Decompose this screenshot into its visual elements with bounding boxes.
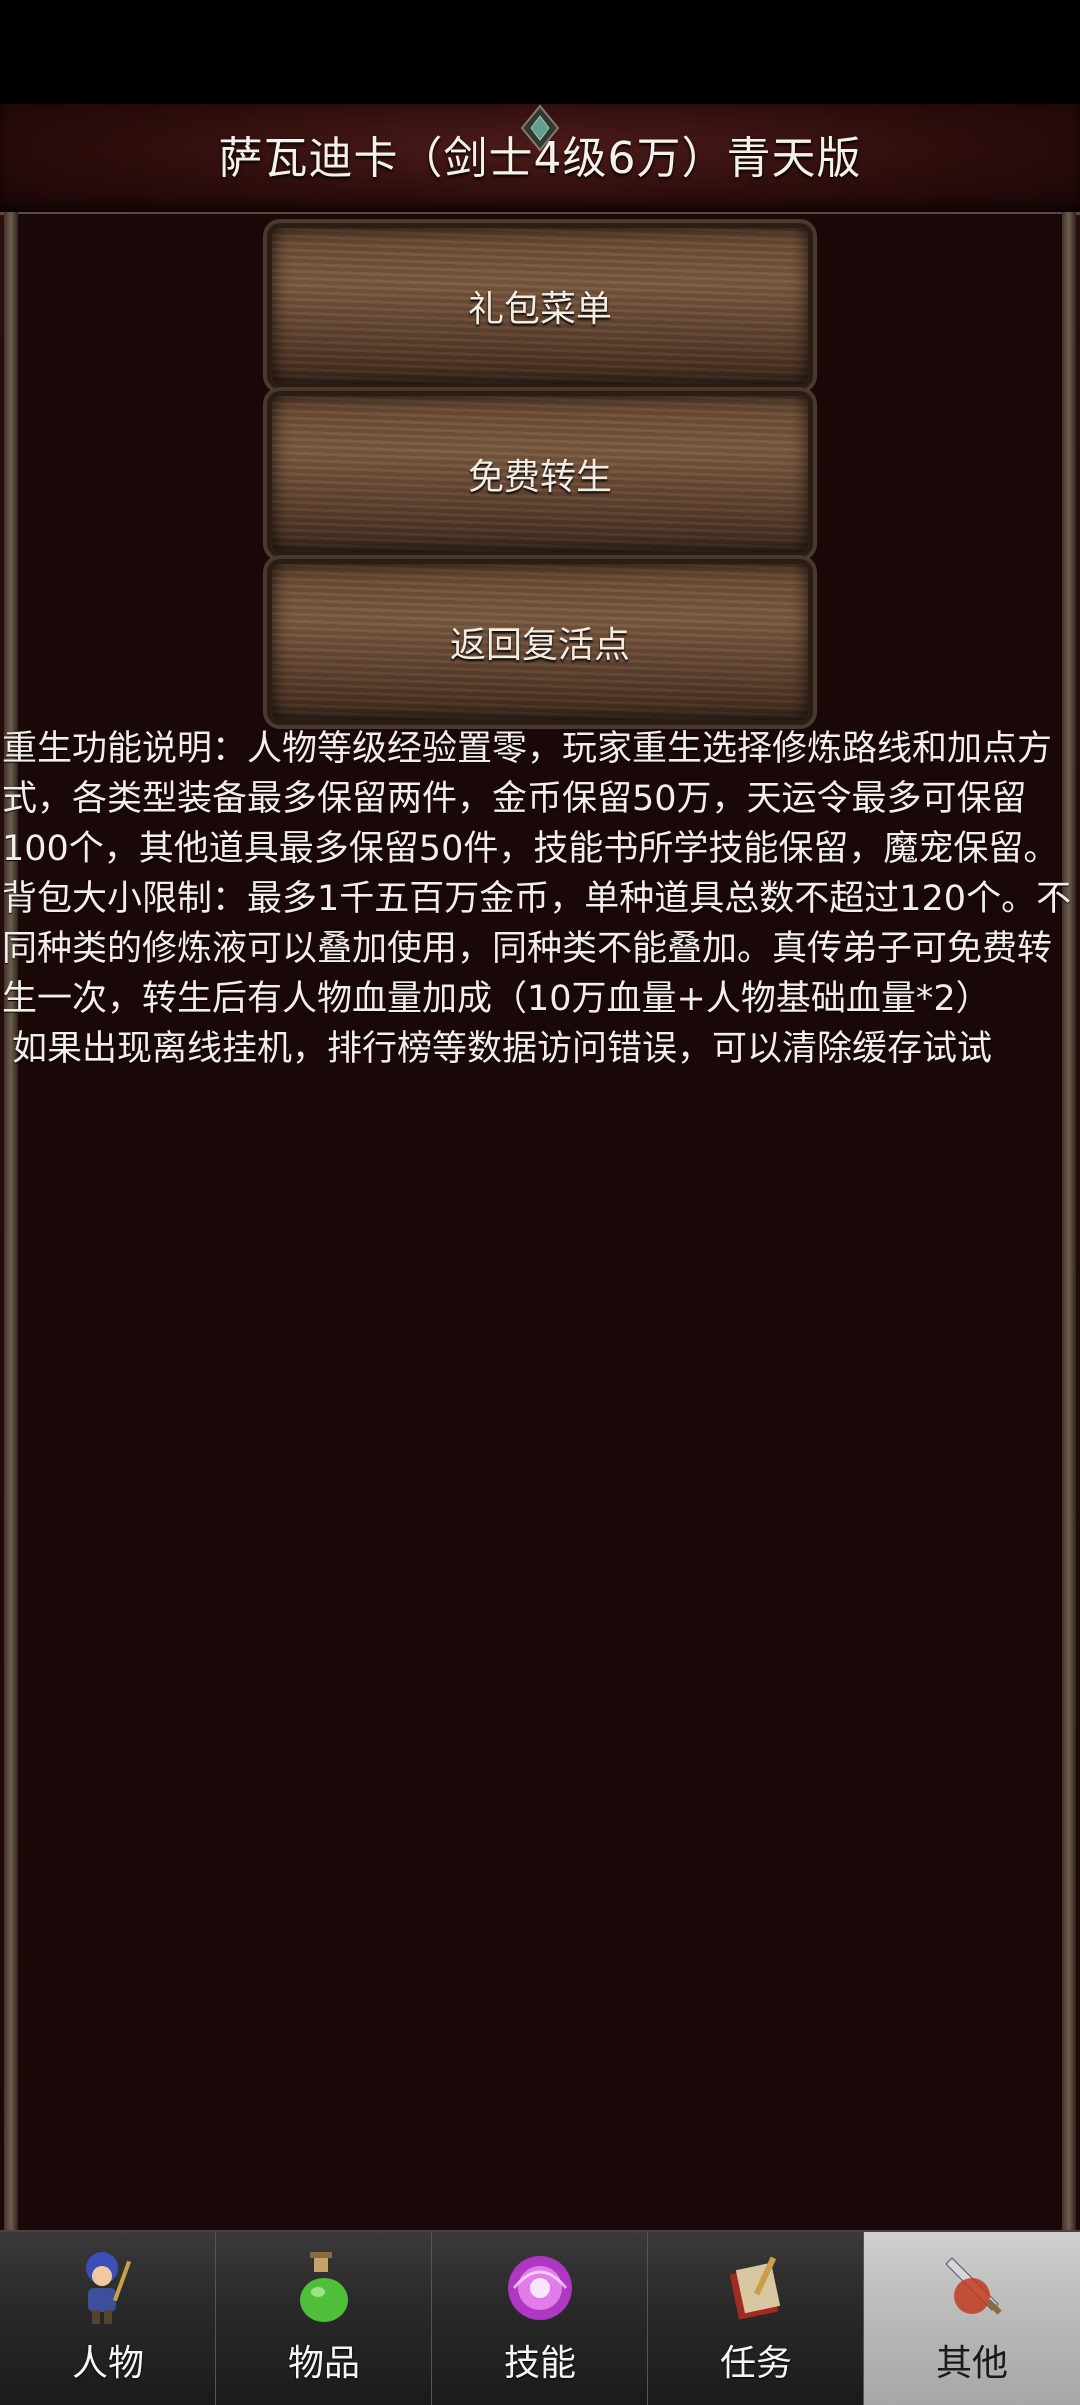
page-title: 萨瓦迪卡（剑士4级6万）青天版 bbox=[218, 133, 862, 184]
tab-other-label: 其他 bbox=[935, 2343, 1008, 2384]
gift-menu-button[interactable]: 礼包菜单 bbox=[272, 228, 808, 384]
quest-book-icon bbox=[729, 2256, 781, 2320]
tab-quests-label: 任务 bbox=[719, 2343, 792, 2384]
tab-skills-label: 技能 bbox=[503, 2343, 576, 2384]
potion-icon bbox=[300, 2252, 348, 2322]
rebirth-description: 重生功能说明：人物等级经验置零，玩家重生选择修炼路线和加点方式，各类型装备最多保… bbox=[2, 724, 1078, 1074]
bottom-nav: 人物 物品 技能 任务 其他 bbox=[0, 2230, 1080, 2405]
tab-character[interactable]: 人物 bbox=[0, 2232, 216, 2405]
return-respawn-button[interactable]: 返回复活点 bbox=[272, 564, 808, 720]
character-icon bbox=[86, 2252, 132, 2324]
tab-items[interactable]: 物品 bbox=[216, 2232, 432, 2405]
tab-other[interactable]: 其他 bbox=[864, 2232, 1080, 2405]
cache-tip-text: 如果出现离线挂机，排行榜等数据访问错误，可以清除缓存试试 bbox=[12, 1029, 993, 1069]
other-sword-icon bbox=[945, 2257, 1002, 2315]
tab-items-label: 物品 bbox=[287, 2343, 360, 2384]
free-rebirth-button[interactable]: 免费转生 bbox=[272, 396, 808, 552]
rebirth-rules-text: 重生功能说明：人物等级经验置零，玩家重生选择修炼路线和加点方式，各类型装备最多保… bbox=[2, 729, 1072, 1019]
tab-character-label: 人物 bbox=[71, 2343, 144, 2384]
right-border bbox=[1062, 212, 1076, 2230]
tab-quests[interactable]: 任务 bbox=[648, 2232, 864, 2405]
left-border bbox=[4, 212, 18, 2230]
tab-skills[interactable]: 技能 bbox=[432, 2232, 648, 2405]
skill-orb-icon bbox=[508, 2256, 572, 2320]
status-bar bbox=[0, 0, 1080, 104]
